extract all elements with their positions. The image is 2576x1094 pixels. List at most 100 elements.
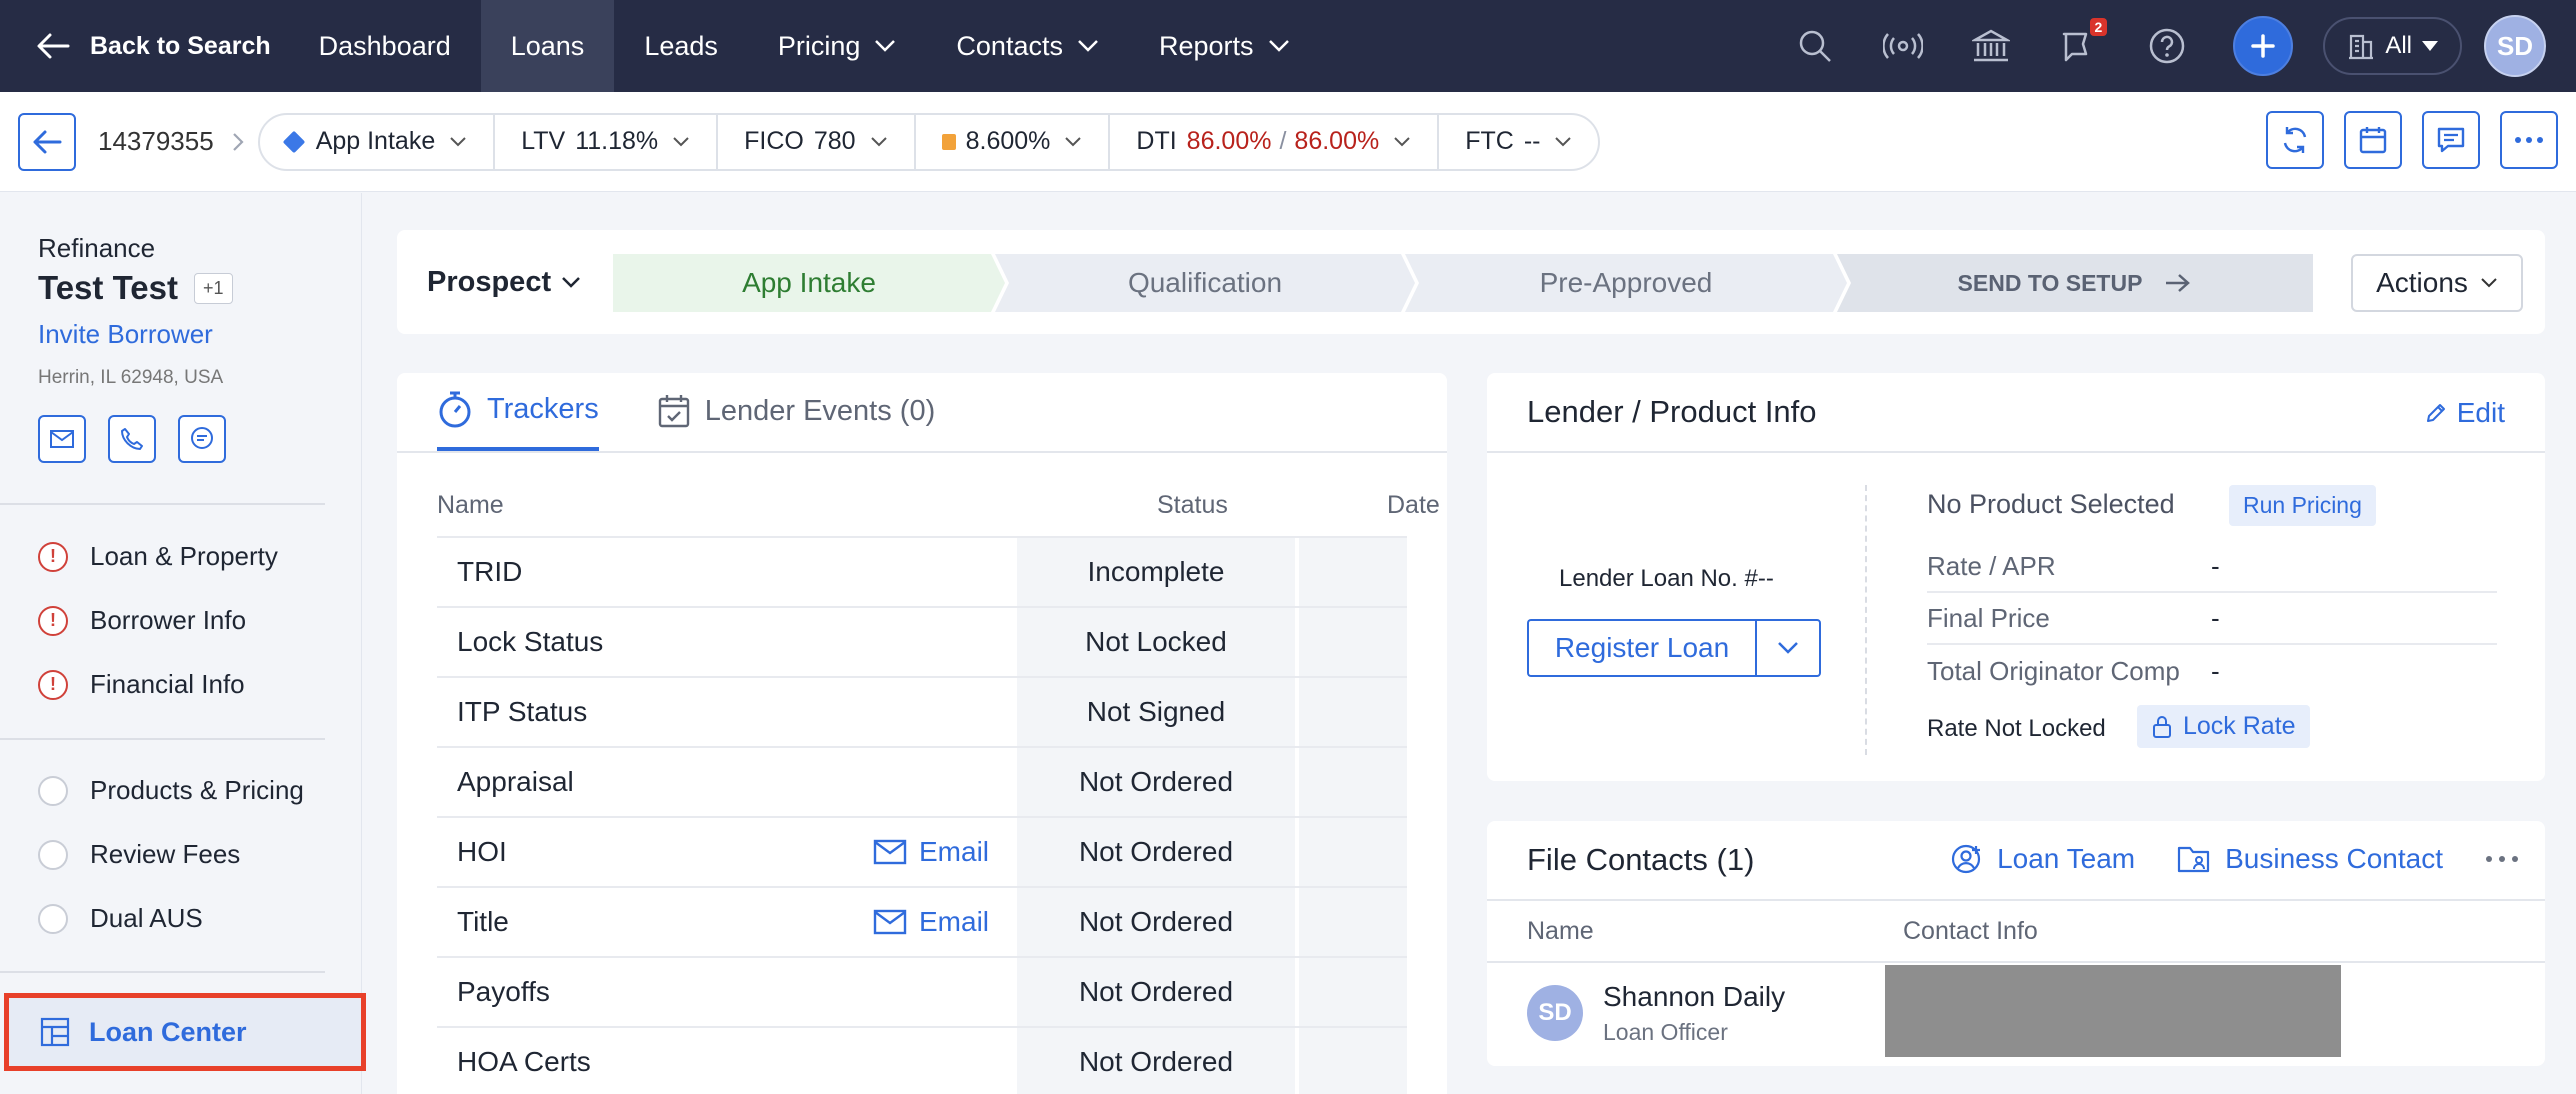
tracker-name: Lock Status xyxy=(457,626,604,657)
sidebar-item-review-fees[interactable]: Review Fees xyxy=(38,839,240,870)
nav-reports[interactable]: Reports xyxy=(1129,0,1320,92)
ftc-pill[interactable]: FTC -- xyxy=(1439,115,1598,169)
chevron-down-icon xyxy=(1078,40,1098,52)
tracker-date xyxy=(1299,818,1407,886)
nav-leads[interactable]: Leads xyxy=(614,0,748,92)
bank-icon[interactable] xyxy=(1969,24,2013,68)
back-button[interactable] xyxy=(18,112,76,171)
dti-back-value: 86.00% xyxy=(1294,127,1380,155)
invite-borrower-link[interactable]: Invite Borrower xyxy=(38,319,213,350)
tracker-status: Not Ordered xyxy=(1017,748,1295,816)
calendar-button[interactable] xyxy=(2344,111,2402,169)
help-icon[interactable] xyxy=(2145,24,2189,68)
actions-dropdown[interactable]: Actions xyxy=(2351,254,2523,312)
search-icon[interactable] xyxy=(1793,24,1837,68)
tab-lender-events[interactable]: Lender Events (0) xyxy=(657,373,935,451)
stage-app-intake[interactable]: App Intake xyxy=(613,254,1005,312)
sidebar-item-label: Loan & Property xyxy=(90,541,278,571)
fico-pill[interactable]: FICO 780 xyxy=(718,114,916,169)
nav-dashboard[interactable]: Dashboard xyxy=(289,0,481,92)
table-row[interactable]: Appraisal Not Ordered xyxy=(437,746,1407,816)
avatar: SD xyxy=(1527,985,1583,1041)
organization-selector[interactable]: All xyxy=(2323,17,2462,75)
table-row[interactable]: HOI Email Not Ordered xyxy=(437,816,1407,886)
sidebar-divider xyxy=(0,503,325,505)
sidebar-item-financial-info[interactable]: ! Financial Info xyxy=(38,669,245,700)
table-row[interactable]: Payoffs Not Ordered xyxy=(437,956,1407,1026)
chat-icon xyxy=(2437,127,2465,153)
table-row[interactable]: HOA Certs Not Ordered xyxy=(437,1026,1407,1094)
loan-stage-bar: Prospect App Intake Qualification Pre-Ap… xyxy=(397,230,2545,334)
pencil-icon xyxy=(2426,404,2445,422)
fico-value: 780 xyxy=(813,127,856,155)
sidebar-item-loan-property[interactable]: ! Loan & Property xyxy=(38,541,278,572)
register-loan-button[interactable]: Register Loan xyxy=(1527,619,1755,677)
table-row[interactable]: Lock Status Not Locked xyxy=(437,606,1407,676)
sidebar-item-products-pricing[interactable]: Products & Pricing xyxy=(38,775,304,806)
run-pricing-button[interactable]: Run Pricing xyxy=(2229,485,2376,526)
table-row[interactable]: Title Email Not Ordered xyxy=(437,886,1407,956)
sidebar-item-dual-aus[interactable]: Dual AUS xyxy=(38,903,203,934)
table-row[interactable]: TRID Incomplete xyxy=(437,536,1407,606)
dti-pill[interactable]: DTI 86.00% / 86.00% xyxy=(1110,114,1440,169)
tracker-date xyxy=(1299,888,1407,956)
business-contact-button[interactable]: Business Contact xyxy=(2177,843,2443,875)
phone-icon xyxy=(121,428,143,450)
field-value: - xyxy=(2211,602,2220,633)
file-contacts-panel: File Contacts (1) Loan Team Business Con… xyxy=(1487,821,2545,1066)
tracker-date xyxy=(1299,678,1407,746)
contact-row[interactable]: SD Shannon Daily Loan Officer xyxy=(1487,961,2545,1066)
contact-role: Loan Officer xyxy=(1603,1019,1728,1045)
tab-trackers[interactable]: Trackers xyxy=(437,373,599,451)
field-label: Final Price xyxy=(1927,602,2050,633)
edit-lender-button[interactable]: Edit xyxy=(2425,397,2505,429)
tracker-date xyxy=(1299,748,1407,816)
actions-label: Actions xyxy=(2376,267,2468,298)
chevron-down-icon xyxy=(2481,278,2497,288)
loan-team-button[interactable]: Loan Team xyxy=(1951,843,2135,875)
messages-button[interactable] xyxy=(2422,111,2480,169)
rate-pill[interactable]: 8.600% xyxy=(916,114,1111,169)
stage-qualification[interactable]: Qualification xyxy=(995,254,1415,312)
loan-status-dropdown[interactable]: Prospect xyxy=(427,266,611,299)
text-borrower-button[interactable] xyxy=(178,415,226,463)
email-label: Email xyxy=(919,906,990,937)
register-loan-dropdown[interactable] xyxy=(1755,619,1821,677)
ltv-pill[interactable]: LTV 11.18% xyxy=(495,114,719,169)
organization-selector-value: All xyxy=(2385,32,2412,59)
originator-comp-row: Total Originator Comp - xyxy=(1927,645,2497,697)
more-options-button[interactable] xyxy=(2500,111,2558,169)
stage-pre-approved[interactable]: Pre-Approved xyxy=(1405,254,1847,312)
email-tracker-link[interactable]: Email xyxy=(873,836,989,868)
stage-pill[interactable]: App Intake xyxy=(260,114,496,169)
user-avatar[interactable]: SD xyxy=(2484,15,2546,77)
email-tracker-link[interactable]: Email xyxy=(873,906,989,938)
nav-pricing[interactable]: Pricing xyxy=(748,0,927,92)
nav-loans[interactable]: Loans xyxy=(480,0,615,92)
email-borrower-button[interactable] xyxy=(38,415,86,463)
table-row[interactable]: ITP Status Not Signed xyxy=(437,676,1407,746)
back-to-search-link[interactable]: Back to Search xyxy=(36,32,271,61)
chevron-down-icon xyxy=(1555,136,1572,146)
arrow-left-icon xyxy=(37,33,70,59)
announcement-icon[interactable]: 2 xyxy=(2057,18,2108,68)
more-horizontal-icon[interactable] xyxy=(2485,855,2519,863)
co-borrower-count[interactable]: +1 xyxy=(194,273,233,304)
sidebar-item-loan-center[interactable]: Loan Center xyxy=(4,993,366,1071)
broadcast-icon[interactable] xyxy=(1881,24,1925,68)
lock-rate-button[interactable]: Lock Rate xyxy=(2137,705,2310,748)
contact-name: Shannon Daily xyxy=(1603,981,1786,1012)
create-new-button[interactable] xyxy=(2233,16,2294,76)
ftc-label: FTC xyxy=(1465,127,1514,155)
loan-sidebar: Refinance Test Test +1 Invite Borrower H… xyxy=(0,193,366,1094)
send-to-setup-button[interactable]: SEND TO SETUP xyxy=(1837,254,2313,312)
plus-icon xyxy=(2251,34,2276,58)
sidebar-item-borrower-info[interactable]: ! Borrower Info xyxy=(38,605,246,636)
call-borrower-button[interactable] xyxy=(108,415,156,463)
sidebar-item-label: Review Fees xyxy=(90,839,241,869)
nav-contacts[interactable]: Contacts xyxy=(926,0,1129,92)
trackers-table-body: TRID Incomplete Lock Status Not Locked ITP S… xyxy=(437,536,1407,1094)
refresh-button[interactable] xyxy=(2266,111,2324,169)
stopwatch-icon xyxy=(439,391,471,428)
tracker-name: Appraisal xyxy=(457,766,574,797)
